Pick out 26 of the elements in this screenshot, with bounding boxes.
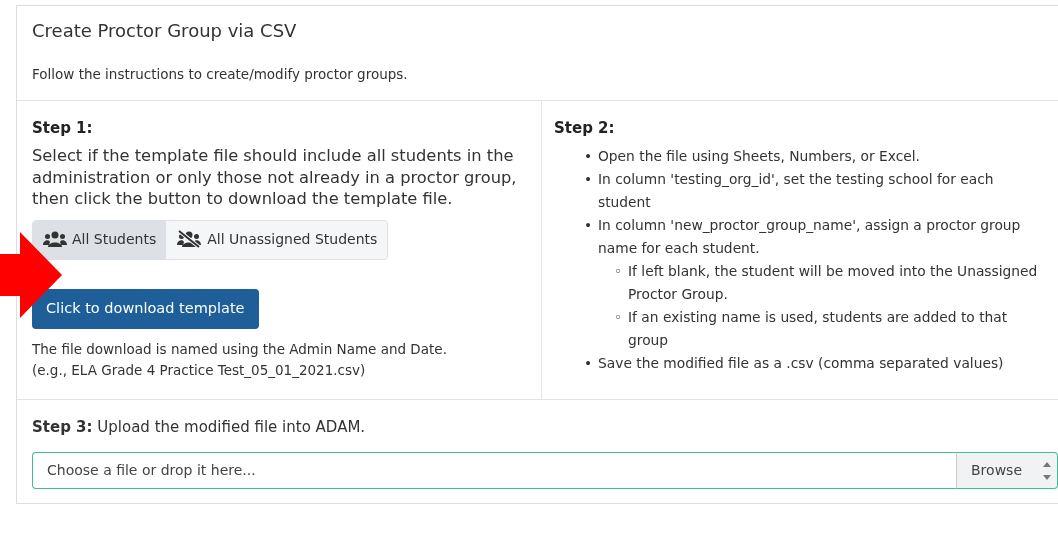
student-filter-toggle[interactable]: All Students bbox=[33, 220, 167, 259]
instruction-item: Save the modified file as a .csv (comma separated values) bbox=[598, 354, 1005, 374]
users-icon bbox=[43, 231, 67, 248]
file-name-note: The file download is named using the Admin Name and Date. (e.g., ELA Grade 4 Practice Test_05_01_2021.csv) bbox=[32, 339, 448, 380]
step-heading: Step 2: bbox=[554, 117, 616, 139]
bullet: • bbox=[584, 147, 594, 167]
bullet: • bbox=[584, 354, 594, 374]
card-title: Create Proctor Group via CSV bbox=[32, 20, 298, 42]
download-template-button[interactable]: Click to download template bbox=[32, 288, 259, 329]
instruction-item: If an existing name is used, students are added to that group bbox=[628, 308, 1009, 351]
instruction-item: If left blank, the student will be moved into the Unassigned Proctor Group. bbox=[628, 262, 1039, 305]
step-heading: Step 1: bbox=[32, 117, 94, 139]
student-filter-toggle[interactable]: All Unassigned Students bbox=[166, 220, 388, 259]
users-slash-icon bbox=[176, 230, 203, 249]
instructions-text: Follow the instructions to create/modify proctor groups. bbox=[32, 64, 409, 84]
step-heading: Step 3: Upload the modified file into ADAM. bbox=[32, 416, 367, 438]
bullet: • bbox=[584, 170, 594, 190]
bullet: ◦ bbox=[614, 262, 624, 282]
bullet: ◦ bbox=[614, 308, 624, 328]
instruction-item: In column 'new_proctor_group_name', assign a proctor group name for each student. bbox=[598, 216, 1022, 259]
step-description: Select if the template file should include all students in the administration or only those not already in a proctor group, then click the button to download the template file. bbox=[32, 145, 518, 210]
instruction-item: In column 'testing_org_id', set the testing school for each student bbox=[598, 170, 995, 213]
file-input-field[interactable]: Choose a file or drop it here... bbox=[32, 452, 956, 490]
bullet: • bbox=[584, 216, 594, 236]
browse-button[interactable]: Browse bbox=[956, 452, 1036, 490]
instruction-item: Open the file using Sheets, Numbers, or Excel. bbox=[598, 147, 921, 167]
